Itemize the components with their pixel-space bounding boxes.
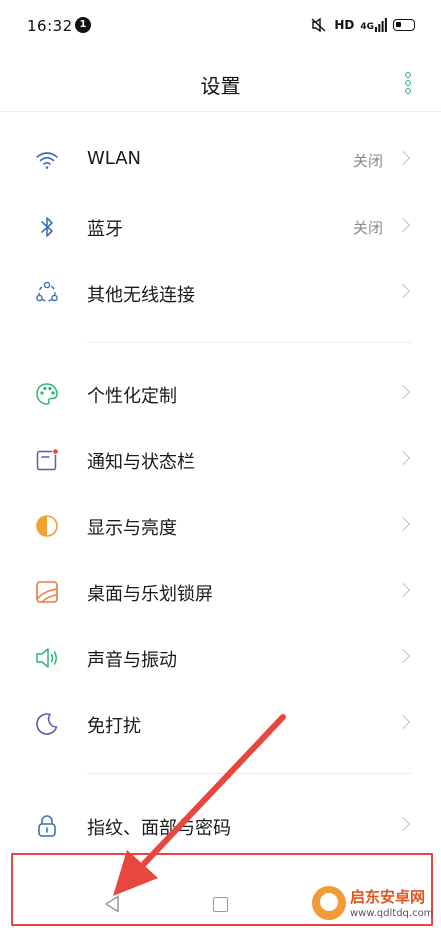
lock-icon	[38, 815, 56, 837]
chevron-right-icon	[395, 217, 411, 233]
notification-icon	[36, 448, 59, 471]
status-bar: 16:32 1 HD 4G	[0, 0, 441, 52]
settings-item-do-not-disturb[interactable]: 免打扰	[0, 694, 441, 754]
settings-item-wlan[interactable]: WLAN 关闭	[0, 130, 441, 190]
status-indicators: HD 4G	[310, 16, 415, 34]
settings-item-value: 关闭	[352, 152, 383, 170]
divider	[87, 342, 411, 343]
signal-icon: 4G	[360, 18, 387, 32]
chevron-right-icon	[395, 450, 411, 466]
hd-indicator: HD	[334, 18, 355, 32]
chevron-right-icon	[395, 816, 411, 832]
settings-item-label: 显示与亮度	[87, 518, 177, 539]
chevron-right-icon	[395, 714, 411, 730]
chevron-right-icon	[395, 384, 411, 400]
brightness-icon	[36, 515, 58, 537]
watermark-url: www.qdltdq.com	[350, 908, 434, 919]
palette-icon	[36, 383, 58, 405]
notification-badge: 1	[75, 17, 91, 33]
settings-item-label: 指纹、面部与密码	[87, 818, 231, 839]
page-title: 设置	[200, 74, 241, 98]
header: 设置	[0, 52, 441, 112]
wifi-icon	[36, 152, 58, 169]
settings-item-value: 关闭	[352, 219, 383, 237]
settings-item-label: 其他无线连接	[87, 285, 195, 306]
more-options-icon[interactable]	[403, 72, 413, 94]
watermark: 启东安卓网 www.qdltdq.com	[312, 884, 440, 928]
wallpaper-icon	[36, 581, 58, 603]
settings-item-sound[interactable]: 声音与振动	[0, 628, 441, 688]
settings-item-wireless[interactable]: 其他无线连接	[0, 263, 441, 323]
wireless-connections-icon	[36, 281, 58, 302]
chevron-right-icon	[395, 648, 411, 664]
speaker-icon	[36, 648, 57, 668]
settings-item-label: 通知与状态栏	[87, 452, 195, 473]
bluetooth-icon	[41, 217, 53, 237]
watermark-title: 启东安卓网	[350, 888, 426, 906]
settings-item-security[interactable]: 指纹、面部与密码	[0, 796, 441, 856]
chevron-right-icon	[395, 516, 411, 532]
battery-icon	[393, 19, 415, 31]
settings-item-label: 声音与振动	[87, 650, 177, 671]
chevron-right-icon	[395, 283, 411, 299]
divider	[87, 773, 411, 774]
settings-item-bluetooth[interactable]: 蓝牙 关闭	[0, 197, 441, 257]
settings-item-label: 免打扰	[87, 716, 141, 737]
settings-item-label: 蓝牙	[87, 219, 123, 240]
settings-item-label: 个性化定制	[87, 386, 177, 407]
moon-icon	[36, 713, 58, 735]
watermark-logo	[312, 886, 346, 920]
settings-item-personalization[interactable]: 个性化定制	[0, 364, 441, 424]
settings-item-notifications[interactable]: 通知与状态栏	[0, 430, 441, 490]
settings-item-display[interactable]: 显示与亮度	[0, 496, 441, 556]
status-time: 16:32	[27, 17, 73, 35]
chevron-right-icon	[395, 582, 411, 598]
settings-item-label: 桌面与乐划锁屏	[87, 584, 213, 605]
chevron-right-icon	[395, 150, 411, 166]
settings-item-label: WLAN	[87, 148, 142, 169]
mute-vibrate-icon	[311, 17, 326, 33]
settings-item-wallpaper[interactable]: 桌面与乐划锁屏	[0, 562, 441, 622]
